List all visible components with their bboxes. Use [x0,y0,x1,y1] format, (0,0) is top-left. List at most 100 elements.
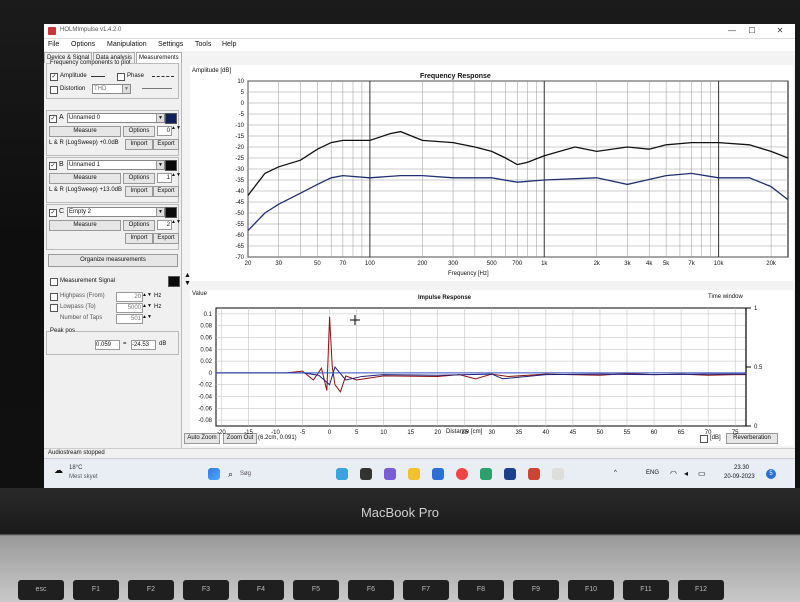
slot-b-count-field[interactable]: 1 [157,173,172,183]
slot-b-spinner-icon[interactable]: ▲▼ [171,172,181,178]
slot-a-import-button[interactable]: Import [125,139,153,150]
slot-c-checkbox[interactable]: ✓ [49,209,57,217]
key-f7[interactable]: F7 [403,580,449,600]
slot-c-measure-button[interactable]: Measure [49,220,121,231]
highpass-checkbox[interactable] [50,293,58,301]
chrome-icon[interactable] [456,468,468,480]
key-f6[interactable]: F6 [348,580,394,600]
freq-ytick-label: -15 [235,134,244,140]
taps-spinner-icon[interactable]: ▲▼ [142,314,152,320]
freq-xtick-label: 30 [275,261,282,267]
key-f1[interactable]: F1 [73,580,119,600]
menu-tools[interactable]: Tools [195,41,211,48]
tab-measurements[interactable]: Measurements [136,52,182,63]
imp-ytick-label: 0.04 [200,347,212,353]
peak-db-unit: dB [159,341,167,347]
wifi-icon[interactable]: ◠ [670,469,677,478]
freq-xtick-label: 4k [646,261,653,267]
highpass-spinner-icon[interactable]: ▲▼ [142,292,152,298]
freq-xtick-label: 5k [663,261,670,267]
task-view-icon[interactable] [360,468,372,480]
window-title: HOLMImpulse v1.4.2.0 [60,27,122,33]
app-icon-misc[interactable] [552,468,564,480]
peak-db-field[interactable]: -24.53 [131,340,156,350]
holmimpulse-taskbar-icon[interactable] [528,468,540,480]
search-box[interactable]: Søg [240,471,251,477]
slot-b-name-select[interactable]: Unnamed 1 ▼ [67,160,165,170]
key-esc[interactable]: esc [18,580,64,600]
lowpass-checkbox[interactable] [50,304,58,312]
key-f2[interactable]: F2 [128,580,174,600]
key-f9[interactable]: F9 [513,580,559,600]
highpass-field[interactable]: 20 [116,292,143,302]
widgets-icon[interactable] [336,468,348,480]
pane-down-arrow-icon[interactable]: ▼ [184,280,191,287]
edge-icon[interactable] [480,468,492,480]
weather-temp: 18°C [69,465,83,471]
search-icon[interactable]: ⌕ [228,469,233,480]
slot-c-export-button[interactable]: Export [153,233,179,244]
slot-a-checkbox[interactable]: ✓ [49,115,57,123]
menu-settings[interactable]: Settings [158,41,183,48]
slot-b-export-button[interactable]: Export [153,186,179,197]
notification-badge-icon[interactable]: 5 [766,469,776,479]
slot-b-options-button[interactable]: Options [123,173,155,184]
peak-pos-field[interactable]: 0.059 [95,340,120,350]
tray-chevron-icon[interactable]: ^ [614,470,617,476]
chat-icon[interactable] [384,468,396,480]
slot-c-count-field[interactable]: 2 [157,220,172,230]
slot-a-count-field[interactable]: 0 [157,126,172,136]
dlp-app-icon[interactable] [504,468,516,480]
minimize-button[interactable]: — [724,26,740,36]
key-f3[interactable]: F3 [183,580,229,600]
key-f4[interactable]: F4 [238,580,284,600]
slot-c-import-button[interactable]: Import [125,233,153,244]
slot-b-import-button[interactable]: Import [125,186,153,197]
clock-date[interactable]: 20-09-2023 [724,474,755,480]
organize-measurements-button[interactable]: Organize measurements [48,254,178,267]
measurement-signal-color-swatch[interactable] [168,276,180,287]
file-explorer-icon[interactable] [408,468,420,480]
menu-options[interactable]: Options [71,41,95,48]
slot-c-color-swatch[interactable] [165,207,177,218]
slot-c-spinner-icon[interactable]: ▲▼ [171,219,181,225]
slot-a-name-select[interactable]: Unnamed 0 ▼ [67,113,165,123]
volume-icon[interactable]: ◂ [684,469,688,478]
maximize-button[interactable]: ☐ [744,26,760,36]
weather-cloud-icon[interactable]: ☁ [54,465,63,476]
slot-a-options-button[interactable]: Options [123,126,155,137]
slot-b-color-swatch[interactable] [165,160,177,171]
store-icon[interactable] [432,468,444,480]
language-indicator[interactable]: ENG [646,470,659,476]
slot-b-measure-button[interactable]: Measure [49,173,121,184]
lowpass-field[interactable]: 5000 [116,303,143,313]
key-f10[interactable]: F10 [568,580,614,600]
distortion-checkbox[interactable] [50,86,58,94]
slot-a-export-button[interactable]: Export [153,139,179,150]
phase-checkbox[interactable] [117,73,125,81]
menu-manipulation[interactable]: Manipulation [107,41,147,48]
taps-field[interactable]: 501 [116,314,143,324]
slot-a-color-swatch[interactable] [165,113,177,124]
menu-file[interactable]: File [48,41,59,48]
slot-b-checkbox[interactable]: ✓ [49,162,57,170]
amplitude-checkbox[interactable]: ✓ [50,73,58,81]
thd-select[interactable]: THD ▼ [92,84,131,94]
key-f11[interactable]: F11 [623,580,669,600]
freq-xtick-label: 500 [487,261,498,267]
key-f5[interactable]: F5 [293,580,339,600]
windows-start-icon[interactable] [208,468,220,480]
slot-a-spinner-icon[interactable]: ▲▼ [171,125,181,131]
slot-a-measure-button[interactable]: Measure [49,126,121,137]
key-f12[interactable]: F12 [678,580,724,600]
slot-c-options-button[interactable]: Options [123,220,155,231]
menu-help[interactable]: Help [222,41,236,48]
battery-icon[interactable]: ▭ [698,469,706,478]
key-f8[interactable]: F8 [458,580,504,600]
close-button[interactable]: ✕ [772,26,788,36]
lowpass-spinner-icon[interactable]: ▲▼ [142,303,152,309]
clock-time[interactable]: 23.30 [734,465,749,471]
imp-xtick-label: 40 [543,430,550,436]
measurement-signal-checkbox[interactable] [50,278,58,286]
slot-c-name-select[interactable]: Empty 2 ▼ [67,207,165,217]
